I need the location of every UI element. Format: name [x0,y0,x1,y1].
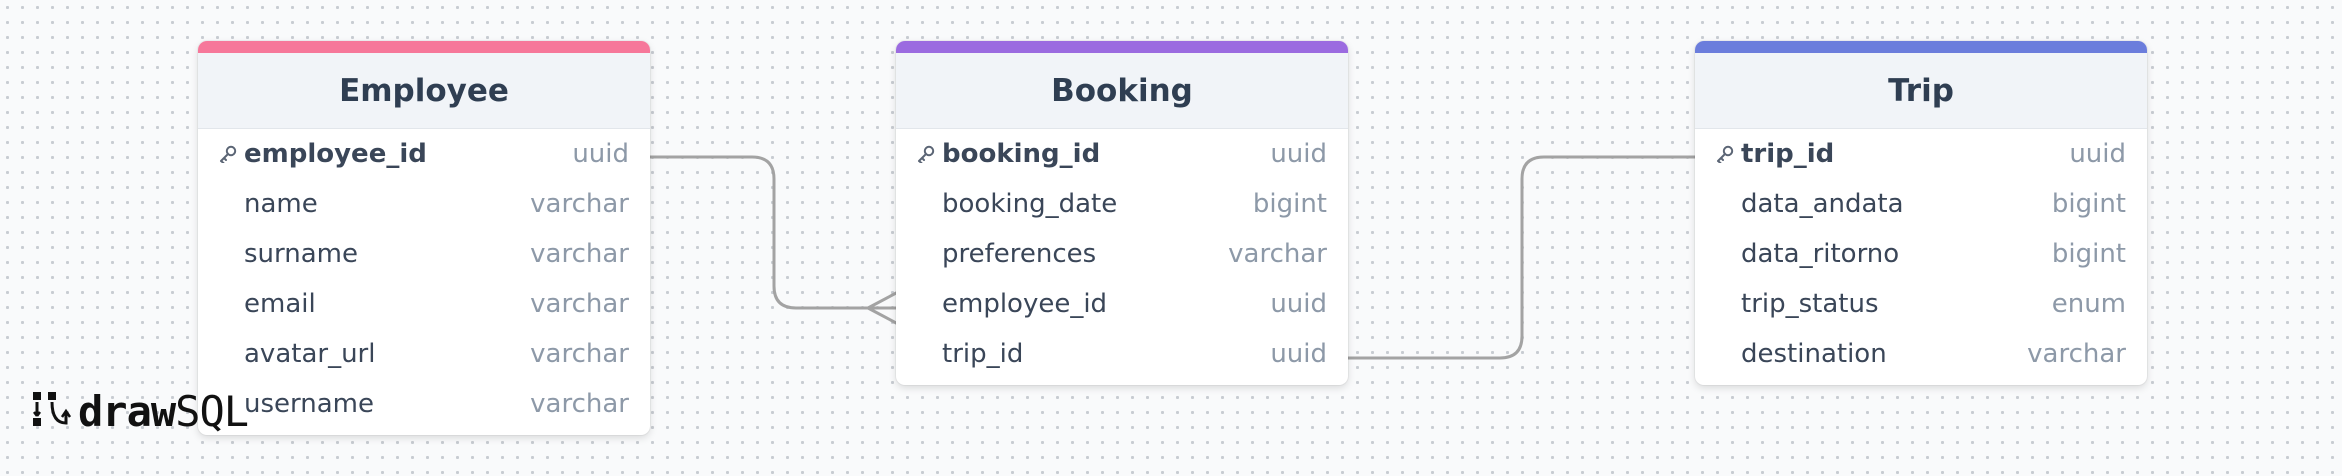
column-list: trip_id uuid data_andata bigint data_ritorno… [1695,129,2147,385]
column-type: varchar [530,339,629,369]
column-type: uuid [2069,139,2126,169]
column-type: varchar [530,239,629,269]
column-name: employee_id [244,139,427,169]
column-name: name [244,189,318,219]
key-icon [220,145,237,163]
column-type: uuid [572,139,629,169]
column-type: varchar [1228,239,1327,269]
column-name: destination [1741,339,1887,369]
column-row[interactable]: booking_date bigint [896,179,1348,229]
column-name: trip_status [1741,289,1879,319]
column-name: email [244,289,316,319]
key-icon [918,145,935,163]
column-row[interactable]: booking_id uuid [896,129,1348,179]
column-name: trip_id [1741,139,1835,169]
column-list: employee_id uuid name varchar surname varchar… [198,129,650,435]
table-accent-bar [198,41,650,53]
column-name: data_ritorno [1741,239,1900,269]
table-title[interactable]: Trip [1695,53,2147,129]
drawsql-logo[interactable]: draw SQL [32,385,249,437]
column-name: preferences [942,239,1097,269]
table-title[interactable]: Employee [198,53,650,129]
column-type: uuid [1270,339,1327,369]
column-name: booking_id [942,139,1101,169]
column-row[interactable]: preferences varchar [896,229,1348,279]
column-row[interactable]: username varchar [198,379,650,429]
column-type: bigint [2051,189,2126,219]
column-type: varchar [530,289,629,319]
relation-employee-booking[interactable] [650,155,898,310]
column-type: varchar [530,389,629,419]
column-type: varchar [2027,339,2126,369]
column-row[interactable]: trip_id uuid [896,329,1348,379]
table-trip[interactable]: Trip trip_id uuid data_andata bigint data_ri… [1695,41,2147,385]
table-accent-bar [896,41,1348,53]
column-type: bigint [1252,189,1327,219]
column-type: varchar [530,189,629,219]
column-row[interactable]: employee_id uuid [198,129,650,179]
column-row[interactable]: destination varchar [1695,329,2147,379]
column-list: booking_id uuid booking_date bigint preferen… [896,129,1348,385]
column-name: booking_date [942,189,1118,219]
column-name: username [244,389,374,419]
column-type: enum [2051,289,2126,319]
logo-text-draw: draw [78,386,176,436]
column-type: uuid [1270,289,1327,319]
column-row[interactable]: surname varchar [198,229,650,279]
key-icon [1717,145,1734,163]
column-row[interactable]: trip_status enum [1695,279,2147,329]
column-row[interactable]: trip_id uuid [1695,129,2147,179]
column-name: surname [244,239,358,269]
column-type: bigint [2051,239,2126,269]
column-name: employee_id [942,289,1108,319]
table-booking[interactable]: Booking booking_id uuid booking_date bigint… [896,41,1348,385]
column-name: data_andata [1741,189,1904,219]
logo-text-sql: SQL [175,386,249,436]
column-row[interactable]: avatar_url varchar [198,329,650,379]
table-accent-bar [1695,41,2147,53]
column-row[interactable]: email varchar [198,279,650,329]
relation-booking-trip[interactable] [1348,155,1697,360]
table-title[interactable]: Booking [896,53,1348,129]
column-name: trip_id [942,339,1024,369]
column-row[interactable]: data_andata bigint [1695,179,2147,229]
drawsql-logo-icon [33,392,72,426]
column-row[interactable]: data_ritorno bigint [1695,229,2147,279]
table-employee[interactable]: Employee employee_id uuid name varchar surna… [198,41,650,435]
column-name: avatar_url [244,339,376,369]
column-type: uuid [1270,139,1327,169]
column-row[interactable]: name varchar [198,179,650,229]
column-row[interactable]: employee_id uuid [896,279,1348,329]
